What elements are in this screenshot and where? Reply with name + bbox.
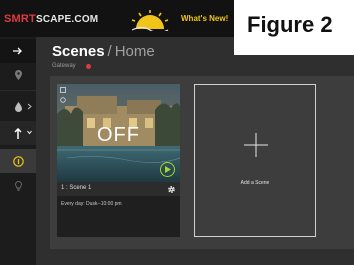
- play-icon: [165, 165, 171, 173]
- figure-label: Figure 2: [234, 0, 354, 55]
- page-title: Scenes / Home: [52, 43, 155, 60]
- sidebar-item-info[interactable]: [0, 149, 36, 173]
- brand-logo-text: SCAPE.COM: [35, 14, 99, 25]
- figure-label-text: Figure 2: [247, 12, 333, 37]
- scene-card[interactable]: OFF 1 : Scene 1 Every day: Dusk--10:00 p…: [57, 84, 180, 237]
- whats-new-link[interactable]: What's New!: [181, 14, 228, 23]
- thumbnail-badge-icon: [60, 97, 66, 103]
- plus-icon: [244, 133, 268, 157]
- lightbulb-icon: [14, 181, 22, 191]
- gateway-status-dot: [86, 64, 91, 69]
- scene-state-label: OFF: [97, 124, 140, 146]
- sidebar-item-location[interactable]: [0, 63, 36, 87]
- sidebar-item-collapse[interactable]: [0, 39, 36, 63]
- add-scene-label: Add a Scene: [240, 180, 270, 186]
- play-scene-button[interactable]: [160, 162, 175, 177]
- arrow-up-icon: [14, 127, 22, 139]
- water-drop-icon: [14, 102, 22, 112]
- scene-thumbnail: OFF: [57, 84, 180, 182]
- location-pin-icon: [14, 70, 22, 80]
- brand-logo[interactable]: SMRTSCAPE.COM: [4, 13, 98, 25]
- arrow-right-icon: [13, 47, 22, 55]
- sidebar-divider: [0, 90, 36, 91]
- sidebar-item-upload[interactable]: [0, 121, 36, 145]
- sidebar-item-irrigation[interactable]: [0, 95, 36, 119]
- sun-logo-icon: [131, 10, 169, 31]
- scene-name-bar: 1 : Scene 1: [57, 182, 180, 196]
- scene-schedule: Every day: Dusk--10:00 pm: [61, 201, 122, 207]
- page-title-main: Scenes: [52, 43, 105, 60]
- thumbnail-badge-icon: [60, 87, 66, 93]
- sidebar-item-lighting[interactable]: [0, 174, 36, 198]
- sidebar: [0, 37, 36, 265]
- gateway-label: Gateway: [52, 63, 76, 69]
- brand-logo-red-text: SMRT: [4, 13, 36, 25]
- info-circle-icon: [12, 155, 24, 167]
- chevron-right-icon: [27, 103, 32, 110]
- breadcrumb-current: Home: [114, 43, 155, 60]
- breadcrumb-separator: /: [107, 43, 112, 60]
- add-scene-button[interactable]: Add a Scene: [194, 84, 316, 237]
- chevron-down-icon: [27, 130, 32, 135]
- gear-icon[interactable]: [167, 185, 176, 194]
- app-root: SMRTSCAPE.COM What's New! Figure 2 Scene…: [0, 0, 354, 265]
- scene-name: 1 : Scene 1: [61, 185, 92, 191]
